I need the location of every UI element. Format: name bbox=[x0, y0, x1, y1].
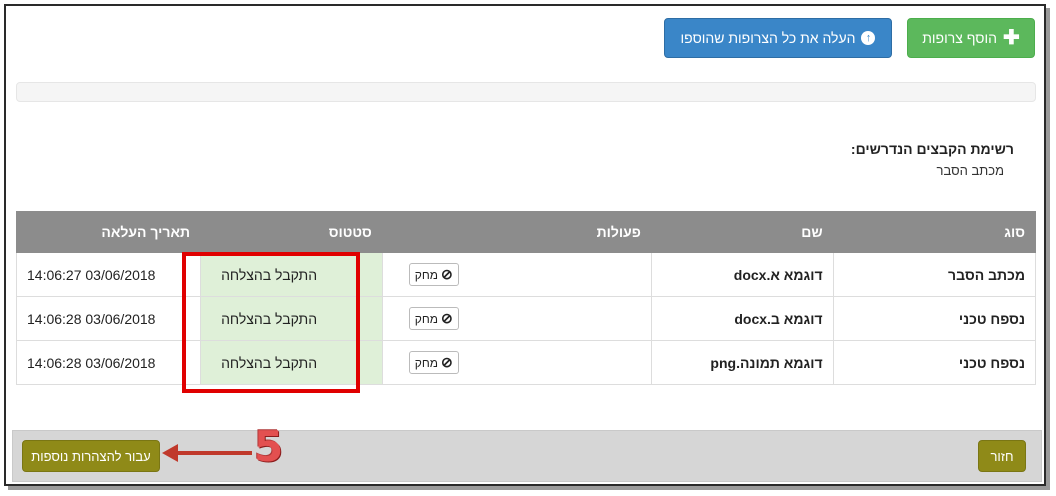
upload-progress-bar bbox=[16, 82, 1036, 102]
row-upload-date: 03/06/2018 14:06:28 bbox=[15, 340, 202, 385]
add-attachments-button[interactable]: ✚ הוסף צרופות bbox=[907, 18, 1035, 58]
upload-circle-icon: ↑ bbox=[861, 31, 876, 45]
row-upload-date: 03/06/2018 14:06:27 bbox=[15, 252, 202, 297]
row-file-name: דוגמא תמונה.png bbox=[650, 340, 834, 385]
delete-label: מחק bbox=[414, 355, 438, 370]
ban-icon: ⊘ bbox=[441, 354, 453, 370]
back-button[interactable]: חזור bbox=[978, 440, 1026, 472]
row-type: מכתב הסבר bbox=[832, 252, 1037, 297]
table-row: נספח טכני דוגמא תמונה.png ⊘ מחק התקבל בה… bbox=[15, 340, 1037, 385]
row-type: נספח טכני bbox=[832, 296, 1037, 341]
row-file-name: דוגמא א.docx bbox=[650, 252, 834, 297]
upload-all-button[interactable]: ↑ העלה את כל הצרופות שהוספו bbox=[664, 18, 892, 58]
column-header-upload-date: תאריך העלאה bbox=[15, 211, 202, 253]
row-upload-date: 03/06/2018 14:06:28 bbox=[15, 296, 202, 341]
row-file-name: דוגמא ב.docx bbox=[650, 296, 834, 341]
ban-icon: ⊘ bbox=[441, 310, 453, 326]
next-declarations-button[interactable]: עבור להצהרות נוספות bbox=[22, 440, 160, 472]
ban-icon: ⊘ bbox=[441, 266, 453, 282]
delete-button[interactable]: ⊘ מחק bbox=[408, 307, 459, 330]
status-highlight-box bbox=[182, 252, 360, 393]
column-header-type: סוג bbox=[832, 211, 1037, 253]
next-declarations-label: עבור להצהרות נוספות bbox=[31, 448, 151, 464]
required-file-item: מכתב הסבר bbox=[936, 163, 1004, 178]
row-actions: ⊘ מחק bbox=[381, 340, 652, 385]
delete-label: מחק bbox=[414, 311, 438, 326]
required-files-title: רשימת הקבצים הנדרשים: bbox=[850, 141, 1014, 157]
delete-button[interactable]: ⊘ מחק bbox=[408, 351, 459, 374]
delete-button[interactable]: ⊘ מחק bbox=[408, 263, 459, 286]
table-row: נספח טכני דוגמא ב.docx ⊘ מחק התקבל בהצלח… bbox=[15, 296, 1037, 341]
delete-label: מחק bbox=[414, 267, 438, 282]
row-actions: ⊘ מחק bbox=[381, 296, 652, 341]
upload-all-label: העלה את כל הצרופות שהוספו bbox=[680, 30, 856, 46]
column-header-name: שם bbox=[650, 211, 834, 253]
table-header-row: סוג שם פעולות סטטוס תאריך העלאה bbox=[15, 211, 1037, 253]
row-actions: ⊘ מחק bbox=[381, 252, 652, 297]
row-type: נספח טכני bbox=[832, 340, 1037, 385]
annotation-arrow-icon bbox=[162, 444, 252, 462]
attachments-table: סוג שם פעולות סטטוס תאריך העלאה מכתב הסב… bbox=[15, 211, 1037, 385]
add-attachments-label: הוסף צרופות bbox=[922, 30, 997, 46]
column-header-status: סטטוס bbox=[200, 211, 383, 253]
column-header-actions: פעולות bbox=[381, 211, 652, 253]
plus-icon: ✚ bbox=[1003, 27, 1020, 49]
table-row: מכתב הסבר דוגמא א.docx ⊘ מחק התקבל בהצלח… bbox=[15, 252, 1037, 297]
step-number-annotation: 5 bbox=[254, 422, 284, 471]
back-label: חזור bbox=[990, 448, 1014, 464]
